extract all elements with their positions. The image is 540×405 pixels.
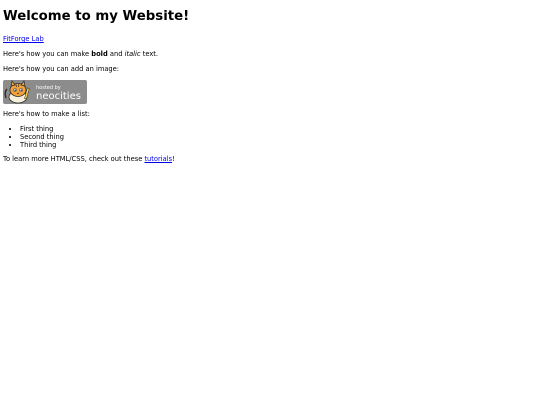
site-link[interactable]: FitForge Lab [3,35,44,43]
learn-prefix: To learn more HTML/CSS, check out these [3,155,145,163]
list-intro-text: Here's how to make a list: [3,110,90,118]
learn-suffix: ! [172,155,175,163]
bold-text: bold [91,50,108,58]
tutorials-link[interactable]: tutorials [144,155,172,163]
formatting-suffix: text. [140,50,159,58]
example-list: First thing Second thing Third thing [3,125,537,149]
list-item: First thing [20,125,537,133]
page-title: Welcome to my Website! [3,9,190,24]
formatting-middle: and [107,50,125,58]
list-item: Third thing [20,141,537,149]
image-intro-text: Here's how you can add an image: [3,65,120,73]
page-body: Welcome to my Website! FitForge Lab Here… [0,0,540,405]
learn-more-paragraph: To learn more HTML/CSS, check out these … [3,155,537,164]
hosted-by-neocities-badge[interactable]: hosted by neocities [3,80,87,104]
badge-container: hosted by neocities [3,80,537,104]
italic-text: italic [124,50,141,58]
list-item: Second thing [20,133,537,141]
formatting-paragraph: Here's how you can make bold and italic … [3,50,537,59]
badge-big-text: neocities [36,91,81,102]
formatting-prefix: Here's how you can make [3,50,92,58]
site-link-paragraph: FitForge Lab [3,35,537,44]
